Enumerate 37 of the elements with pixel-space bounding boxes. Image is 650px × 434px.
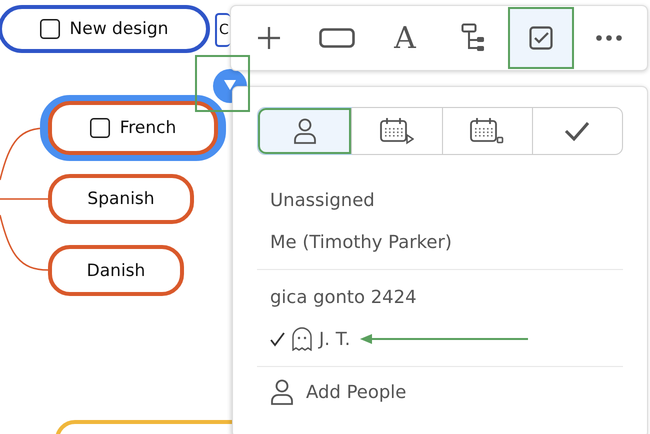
node-label: New design [70,19,168,39]
connector-line [0,214,48,271]
connector-line [0,198,48,200]
assignee-option[interactable]: Unassigned [257,179,623,221]
checkbox-icon [529,26,553,50]
more-icon [596,35,622,41]
person-name: Unassigned [270,190,375,210]
checkbox[interactable] [90,118,110,138]
checkmark-icon [564,121,590,141]
plus-icon [257,26,281,50]
checkmark-icon [270,332,285,346]
node-label: C [219,22,229,38]
assignee-option[interactable]: Me (Timothy Parker) [257,221,623,263]
assignee-option[interactable]: J. T. [257,318,623,360]
topic-node[interactable]: C [215,13,230,47]
person-icon [270,379,294,405]
topic-node[interactable]: Spanish [48,174,194,224]
tree-icon [461,23,485,53]
node-label: French [120,118,176,138]
task-button[interactable] [508,7,574,69]
topic-node[interactable]: Danish [48,245,184,296]
person-name: J. T. [319,328,350,350]
person-icon [292,118,317,144]
add-people-button[interactable]: Add People [257,373,406,405]
checkbox[interactable] [40,19,60,39]
node-label: Spanish [87,189,155,209]
topic-node[interactable]: New design [0,5,210,53]
text-button[interactable]: A [372,7,438,69]
rectangle-icon [319,28,355,48]
person-name: gica gonto 2424 [270,286,417,308]
calendar-square-icon [470,117,504,145]
topic-node[interactable]: French [48,101,218,155]
assignee-option[interactable]: gica gonto 2424 [257,276,623,318]
node-label: Danish [86,260,146,280]
person-name: Me (Timothy Parker) [270,232,452,252]
calendar-play-icon [380,117,414,145]
assignee-tab[interactable] [258,108,352,154]
